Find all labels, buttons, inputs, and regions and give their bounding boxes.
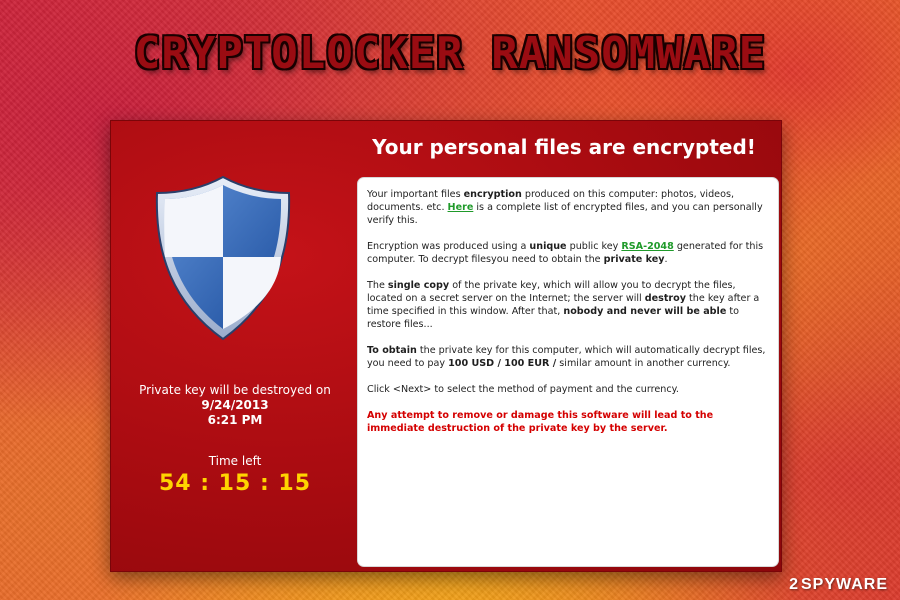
spyware-watermark: 2 SPYWARE <box>789 576 888 593</box>
destroy-info: Private key will be destroyed on 9/24/20… <box>111 383 359 428</box>
paragraph-files: Your important files encryption produced… <box>367 189 763 226</box>
here-link[interactable]: Here <box>448 202 474 213</box>
warning-text: Any attempt to remove or damage this sof… <box>367 410 714 434</box>
shield-icon <box>155 175 291 341</box>
page-headline: CRYPTOLOCKER RANSOMWARE <box>133 28 767 79</box>
destroy-date: 9/24/2013 <box>201 398 269 412</box>
destroy-text: Private key will be destroyed on <box>139 383 331 397</box>
countdown-timer: 54 : 15 : 15 <box>158 471 312 496</box>
window-title: Your personal files are encrypted! <box>372 135 756 159</box>
paragraph-next: Click <Next> to select the method of pay… <box>367 384 679 395</box>
paragraph-payment: To obtain the private key for this compu… <box>367 345 766 369</box>
message-panel: Your important files encryption produced… <box>357 177 779 567</box>
destroy-time: 6:21 PM <box>207 413 263 427</box>
rsa-2048-link[interactable]: RSA-2048 <box>621 241 673 252</box>
ransom-window: Your personal files are encrypted! Priva… <box>110 120 782 572</box>
paragraph-encryption: Encryption was produced using a unique p… <box>367 241 764 265</box>
time-left-label: Time left <box>208 454 262 468</box>
paragraph-private-key: The single copy of the private key, whic… <box>367 280 760 330</box>
